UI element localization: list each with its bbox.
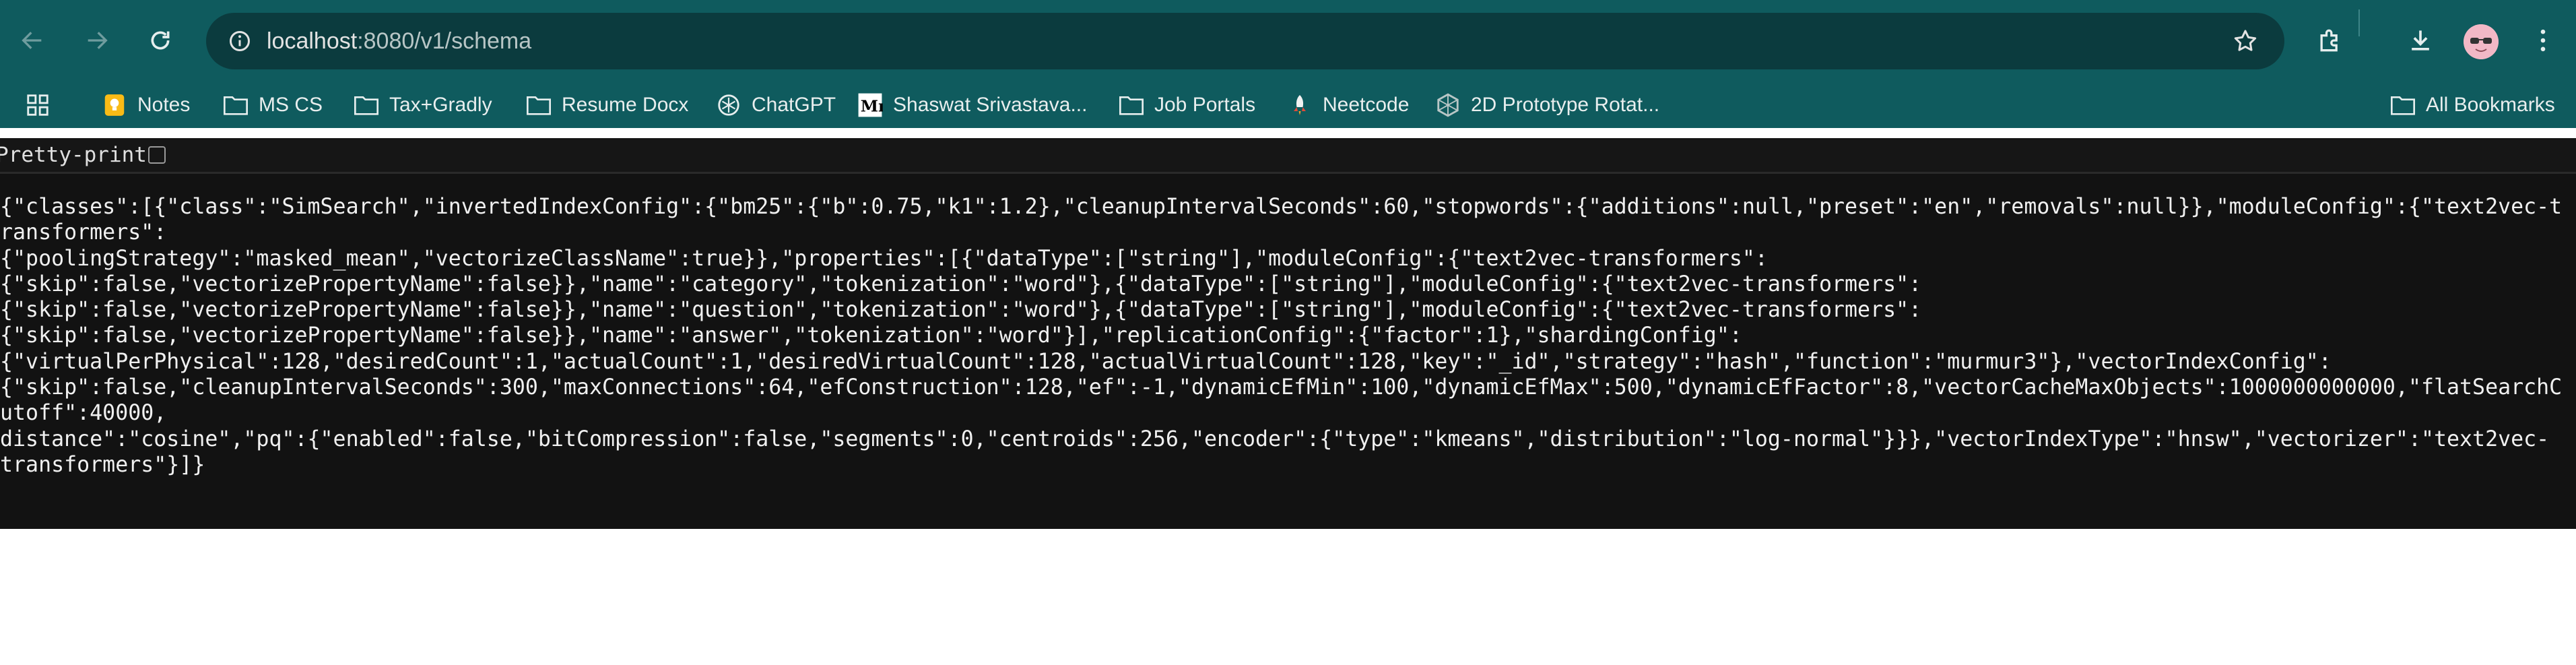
json-body: {"classes":[{"class":"SimSearch","invert…: [0, 194, 2574, 478]
json-viewer: {"classes":[{"class":"SimSearch","invert…: [0, 172, 2576, 529]
bookmark-label: Tax+Gradly: [389, 94, 492, 116]
avatar-icon: [2464, 24, 2499, 59]
downloads-button[interactable]: [2399, 19, 2442, 62]
site-info-button[interactable]: [218, 20, 261, 63]
bookmark-neetcode[interactable]: Neetcode: [1286, 86, 1409, 124]
notes-icon: [101, 92, 128, 119]
bookmark-chatgpt[interactable]: ChatGPT: [715, 86, 836, 124]
json-line: {"poolingStrategy":"masked_mean","vector…: [0, 246, 1768, 271]
url-text[interactable]: localhost:8080/v1/schema: [267, 13, 531, 69]
pretty-print-label: Pretty-print: [0, 143, 147, 167]
forward-button[interactable]: [75, 19, 119, 62]
chatgpt-icon: [715, 92, 742, 119]
extensions-icon: [2320, 29, 2338, 52]
all-bookmarks-label: All Bookmarks: [2426, 94, 2555, 116]
folder-icon: [2389, 92, 2416, 119]
back-icon: [22, 32, 42, 49]
browser-menu-button[interactable]: [2521, 19, 2565, 62]
all-bookmarks-button[interactable]: All Bookmarks: [2389, 86, 2555, 124]
json-line: {"virtualPerPhysical":128,"desiredCount"…: [0, 349, 2332, 374]
url-host: localhost: [267, 28, 358, 54]
bookmark-star-button[interactable]: [2225, 21, 2266, 61]
address-bar[interactable]: localhost:8080/v1/schema: [206, 13, 2284, 69]
json-line: {"skip":false,"vectorizePropertyName":fa…: [0, 323, 1742, 348]
url-path: :8080/v1/schema: [357, 28, 532, 54]
rocket-icon: [1286, 92, 1313, 119]
bookmark-resume-docx[interactable]: Resume Docx: [525, 86, 688, 124]
bookmarks-bar: Notes MS CS Tax+Gradly Resume Docx ChatG…: [0, 82, 2576, 128]
pretty-print-bar: Pretty-print: [0, 138, 2576, 172]
bookmark-label: ChatGPT: [752, 94, 836, 116]
folder-icon: [525, 92, 552, 119]
bookmark-label: MS CS: [259, 94, 323, 116]
apps-button[interactable]: [24, 86, 51, 124]
svg-text:Mı: Mı: [861, 97, 883, 116]
extensions-button[interactable]: [2309, 19, 2352, 62]
browser-frame: localhost:8080/v1/schema Notes MS CS Tax…: [0, 0, 2576, 128]
bookmark-job-portals[interactable]: Job Portals: [1118, 86, 1255, 124]
json-line: {"skip":false,"vectorizePropertyName":fa…: [0, 272, 1922, 296]
bookmark-notes[interactable]: Notes: [101, 86, 190, 124]
star-icon: [2234, 30, 2257, 51]
browser-toolbar: localhost:8080/v1/schema: [0, 0, 2576, 82]
bookmark-tax-gradly[interactable]: Tax+Gradly: [353, 86, 492, 124]
bookmark-label: 2D Prototype Rotat...: [1471, 94, 1660, 116]
bookmark-label: Notes: [137, 94, 191, 116]
bookmark-shaswat[interactable]: Mı Shaswat Srivastava...: [857, 86, 1087, 124]
bookmarks-separator: [2358, 9, 2360, 36]
bookmark-2d-prototype[interactable]: 2D Prototype Rotat...: [1434, 86, 1659, 124]
site-info-icon: [230, 31, 250, 51]
bookmark-label: Resume Docx: [562, 94, 689, 116]
bookmark-ms-cs[interactable]: MS CS: [222, 86, 323, 124]
folder-icon: [353, 92, 380, 119]
bookmark-label: Job Portals: [1154, 94, 1256, 116]
json-line: transformers"}]}: [0, 452, 205, 477]
reload-icon: [151, 31, 170, 50]
medium-icon: Mı: [857, 92, 884, 119]
pretty-print-checkbox[interactable]: [148, 146, 166, 164]
json-line: {"skip":false,"vectorizePropertyName":fa…: [0, 298, 1922, 323]
menu-icon: [2540, 29, 2546, 52]
download-icon: [2412, 30, 2429, 51]
bookmark-label: Neetcode: [1323, 94, 1410, 116]
json-line: distance":"cosine","pq":{"enabled":false…: [0, 426, 2550, 451]
globe-icon: [1434, 92, 1461, 119]
reload-button[interactable]: [139, 19, 182, 62]
forward-icon: [88, 32, 108, 49]
profile-avatar[interactable]: [2464, 24, 2499, 59]
folder-icon: [222, 92, 249, 119]
json-line: {"classes":[{"class":"SimSearch","invert…: [0, 195, 2563, 245]
apps-grid-icon: [24, 92, 51, 119]
back-button[interactable]: [11, 19, 54, 62]
json-line: {"skip":false,"cleanupIntervalSeconds":3…: [0, 375, 2563, 426]
folder-icon: [1118, 92, 1145, 119]
bookmark-label: Shaswat Srivastava...: [893, 94, 1088, 116]
